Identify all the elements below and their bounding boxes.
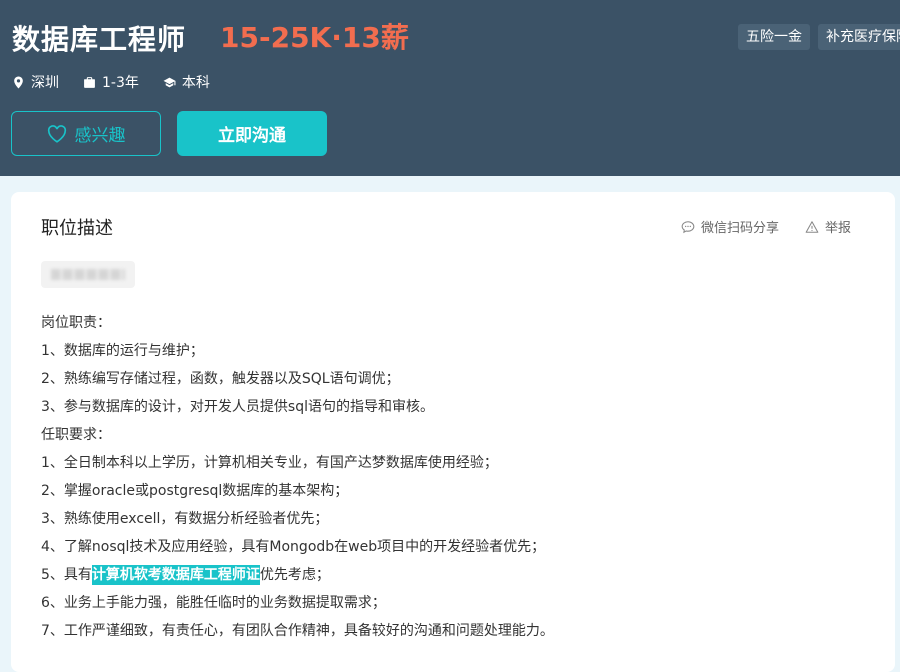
graduation-cap-icon xyxy=(163,77,176,87)
description-line: 3、参与数据库的设计，对开发人员提供sql语句的指导和审核。 xyxy=(41,399,434,415)
description-line: 1、数据库的运行与维护； xyxy=(41,343,204,359)
chat-bubble-icon xyxy=(681,220,695,233)
description-line-highlighted: 5、具有计算机软考数据库工程师证优先考虑； xyxy=(41,561,554,589)
chat-now-button[interactable]: 立即沟通 xyxy=(177,111,327,156)
briefcase-icon xyxy=(84,76,95,88)
location-pin-icon xyxy=(14,76,23,88)
experience-text: 1-3年 xyxy=(102,75,139,91)
description-line: 2、熟练编写存储过程，函数，触发器以及SQL语句调优； xyxy=(41,371,400,387)
description-line: 1、全日制本科以上学历，计算机相关专业，有国产达梦数据库使用经验； xyxy=(41,455,498,471)
meta-education: 本科 xyxy=(163,72,210,92)
description-line: 任职要求： xyxy=(41,427,111,443)
share-label: 微信扫码分享 xyxy=(701,221,780,236)
interest-button[interactable]: 感兴趣 xyxy=(11,111,161,156)
section-title: 职位描述 xyxy=(41,218,113,239)
job-title: 数据库工程师 xyxy=(12,23,187,56)
benefit-tag: 五险一金 xyxy=(738,24,810,50)
report-label: 举报 xyxy=(825,221,852,236)
education-text: 本科 xyxy=(181,75,210,91)
job-description-card: 职位描述 微信扫码分享 举报 岗位职责： 1、数据库的运行与维护； 2、熟练编写… xyxy=(11,192,895,672)
heart-icon xyxy=(47,124,66,143)
blurred-tag xyxy=(41,261,135,288)
benefit-tags: 五险一金 补充医疗保险 xyxy=(738,24,900,50)
location-text: 深圳 xyxy=(31,75,59,91)
highlighted-keyword: 计算机软考数据库工程师证 xyxy=(91,565,260,585)
description-line: 2、掌握oracle或postgresql数据库的基本架构； xyxy=(41,483,349,499)
line5-suffix: 优先考虑； xyxy=(259,567,330,583)
description-actions: 微信扫码分享 举报 xyxy=(681,217,851,236)
salary: 15-25K·13薪 xyxy=(220,21,409,54)
job-header: 数据库工程师 15-25K·13薪 五险一金 补充医疗保险 深圳 1-3年 本科… xyxy=(0,0,900,176)
meta-location: 深圳 xyxy=(12,72,59,92)
wechat-share-link[interactable]: 微信扫码分享 xyxy=(681,217,779,236)
benefit-tag: 补充医疗保险 xyxy=(818,24,900,50)
description-line: 岗位职责： xyxy=(41,315,111,331)
description-line: 3、熟练使用excell，有数据分析经验者优先； xyxy=(41,511,329,527)
description-line: 7、工作严谨细致，有责任心，有团队合作精神，具备较好的沟通和问题处理能力。 xyxy=(41,623,554,639)
warning-icon xyxy=(805,220,819,233)
job-meta: 深圳 1-3年 本科 xyxy=(12,72,210,92)
report-link[interactable]: 举报 xyxy=(805,217,851,236)
job-description-text: 岗位职责： 1、数据库的运行与维护； 2、熟练编写存储过程，函数，触发器以及SQ… xyxy=(41,309,554,645)
meta-experience: 1-3年 xyxy=(83,72,139,92)
line5-prefix: 5、具有 xyxy=(41,567,92,583)
interest-button-label: 感兴趣 xyxy=(74,126,126,146)
description-line: 6、业务上手能力强，能胜任临时的业务数据提取需求； xyxy=(41,595,386,611)
description-line: 4、了解nosql技术及应用经验，具有Mongodb在web项目中的开发经验者优… xyxy=(41,539,546,555)
